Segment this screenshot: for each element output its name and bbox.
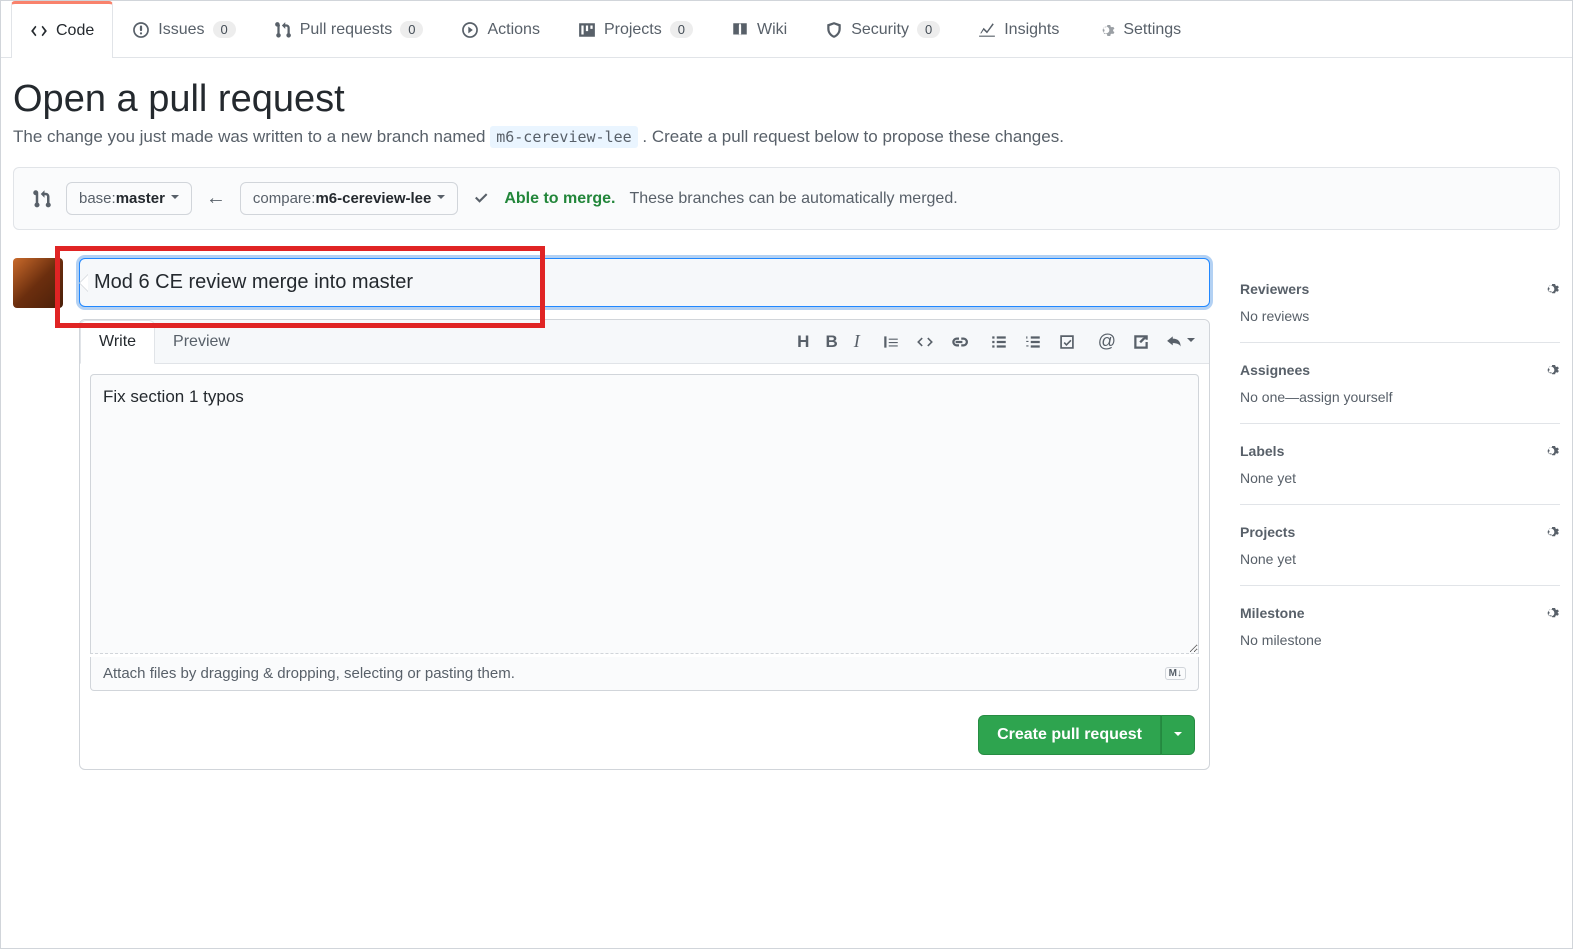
create-pr-dropdown[interactable] [1161, 715, 1195, 755]
tab-issues[interactable]: Issues 0 [113, 2, 254, 57]
code-icon [30, 22, 48, 40]
create-pr-button[interactable]: Create pull request [978, 715, 1161, 755]
graph-icon [978, 21, 996, 39]
issues-count: 0 [213, 21, 236, 38]
sidebar-assignees: Assignees No one—assign yourself [1240, 343, 1560, 424]
book-icon [731, 21, 749, 39]
link-button[interactable] [950, 333, 968, 351]
write-tab[interactable]: Write [80, 320, 155, 364]
tab-actions-label: Actions [487, 21, 539, 39]
tab-actions[interactable]: Actions [442, 2, 558, 57]
quote-button[interactable] [882, 333, 900, 351]
assignees-value[interactable]: No one—assign yourself [1240, 389, 1560, 405]
sidebar-reviewers: Reviewers No reviews [1240, 262, 1560, 343]
pr-body-textarea[interactable] [90, 374, 1199, 654]
issue-icon [132, 21, 150, 39]
sidebar: Reviewers No reviews Assignees No one—as… [1240, 258, 1560, 666]
gear-icon[interactable] [1542, 442, 1560, 460]
repo-tabs: Code Issues 0 Pull requests 0 Actions Pr… [1, 1, 1572, 58]
crossref-button[interactable] [1132, 331, 1150, 352]
tab-pulls-label: Pull requests [300, 21, 393, 39]
play-icon [461, 21, 479, 39]
tab-code-label: Code [56, 22, 94, 40]
sidebar-labels: Labels None yet [1240, 424, 1560, 505]
caret-icon [437, 195, 445, 203]
gear-icon[interactable] [1542, 523, 1560, 541]
reply-button[interactable] [1166, 331, 1195, 352]
ol-button[interactable] [1024, 333, 1042, 351]
tab-pulls[interactable]: Pull requests 0 [255, 2, 443, 57]
bold-button[interactable]: B [825, 331, 837, 352]
editor-toolbar: H B I [797, 331, 1209, 352]
projects-count: 0 [670, 21, 693, 38]
markdown-icon: M↓ [1165, 667, 1186, 680]
code-button[interactable] [916, 333, 934, 351]
pull-request-icon [274, 21, 292, 39]
italic-button[interactable]: I [854, 331, 860, 352]
sidebar-projects: Projects None yet [1240, 505, 1560, 586]
tab-code[interactable]: Code [11, 1, 113, 58]
tab-insights[interactable]: Insights [959, 2, 1078, 57]
milestone-value: No milestone [1240, 632, 1560, 648]
ul-button[interactable] [990, 333, 1008, 351]
pulls-count: 0 [400, 21, 423, 38]
page-subtitle: The change you just made was written to … [13, 127, 1560, 147]
tab-insights-label: Insights [1004, 21, 1059, 39]
gear-icon[interactable] [1542, 280, 1560, 298]
security-count: 0 [917, 21, 940, 38]
caret-icon [1174, 732, 1182, 740]
pr-title-input[interactable] [79, 258, 1210, 307]
attach-hint: Attach files by dragging & dropping, sel… [103, 665, 515, 682]
tab-projects[interactable]: Projects 0 [559, 2, 712, 57]
caret-icon [171, 195, 179, 203]
heading-button[interactable]: H [797, 331, 809, 352]
preview-tab[interactable]: Preview [155, 321, 248, 363]
tab-settings-label: Settings [1123, 21, 1181, 39]
avatar [13, 258, 63, 308]
labels-value: None yet [1240, 470, 1560, 486]
compare-icon [32, 189, 52, 209]
tab-issues-label: Issues [158, 21, 204, 39]
sidebar-milestone: Milestone No milestone [1240, 586, 1560, 666]
tab-wiki-label: Wiki [757, 21, 787, 39]
compare-bar: base: master ← compare: m6-cereview-lee … [13, 167, 1560, 230]
compare-branch-select[interactable]: compare: m6-cereview-lee [240, 182, 458, 215]
attach-bar[interactable]: Attach files by dragging & dropping, sel… [90, 657, 1199, 691]
base-branch-select[interactable]: base: master [66, 182, 192, 215]
editor: Write Preview H B I [79, 319, 1210, 770]
arrow-left-icon: ← [206, 187, 226, 210]
tab-wiki[interactable]: Wiki [712, 2, 806, 57]
gear-icon [1097, 21, 1115, 39]
gear-icon[interactable] [1542, 361, 1560, 379]
gear-icon[interactable] [1542, 604, 1560, 622]
speech-pointer [70, 274, 88, 292]
projects-value: None yet [1240, 551, 1560, 567]
check-icon [472, 190, 490, 208]
tab-projects-label: Projects [604, 21, 662, 39]
mention-button[interactable]: @ [1098, 331, 1116, 352]
shield-icon [825, 21, 843, 39]
merge-status-detail: These branches can be automatically merg… [629, 190, 957, 208]
branch-chip: m6-cereview-lee [490, 126, 637, 148]
page-title: Open a pull request [13, 78, 1560, 121]
merge-status: Able to merge. [504, 190, 615, 208]
tab-settings[interactable]: Settings [1078, 2, 1200, 57]
project-icon [578, 21, 596, 39]
tab-security-label: Security [851, 21, 909, 39]
tasklist-button[interactable] [1058, 333, 1076, 351]
reviewers-value: No reviews [1240, 308, 1560, 324]
tab-security[interactable]: Security 0 [806, 2, 959, 57]
